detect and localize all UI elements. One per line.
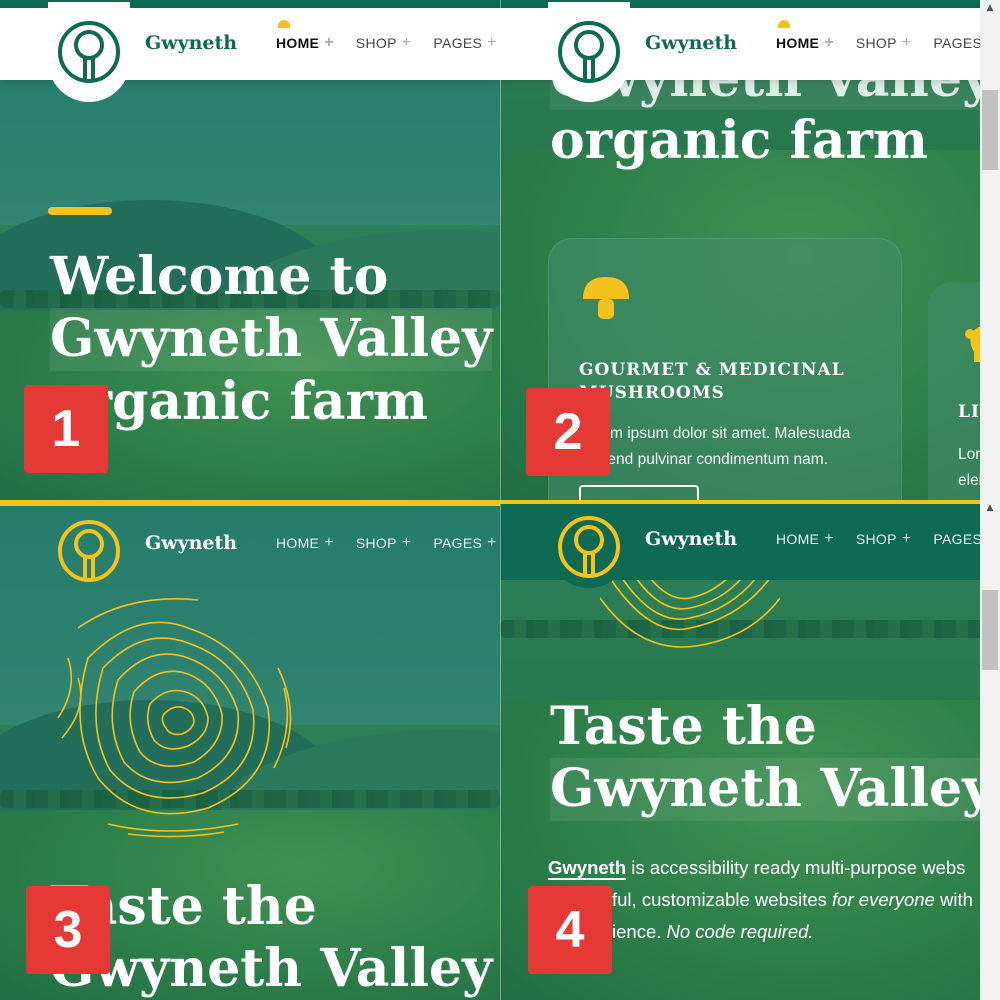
- intro-paragraph: Gwyneth is accessibility ready multi-pur…: [548, 857, 973, 942]
- hero-line-3: organic farm: [550, 110, 928, 172]
- site-header: Gwyneth HOME+ SHOP+ PAGES+: [0, 508, 500, 582]
- nav-item-home[interactable]: HOME +: [776, 530, 834, 548]
- active-indicator: [778, 20, 790, 28]
- plus-icon: +: [824, 530, 834, 547]
- nav-item-shop[interactable]: SHOP +: [856, 34, 912, 52]
- nav-item-pages[interactable]: PAGES+: [433, 534, 496, 552]
- top-bar: [0, 500, 500, 506]
- screenshot-1: Gwyneth HOME + SHOP + PAGES + Welcome to Gw…: [0, 0, 500, 500]
- site-header: Gwyneth HOME+ SHOP+ PAGES+: [500, 2, 1000, 102]
- site-header: Gwyneth HOME+ SHOP+ PAGES+: [0, 2, 500, 102]
- main-nav: HOME+ SHOP+ PAGES+: [276, 534, 497, 552]
- hero-title: Welcome to Gwyneth Valley organic farm: [50, 246, 493, 433]
- nav-item-home[interactable]: HOME +: [276, 34, 334, 52]
- main-nav: HOME+ SHOP+ PAGES+: [276, 34, 497, 52]
- logo[interactable]: [48, 510, 130, 592]
- site-header: Gwyneth HOME+ SHOP+ PAGES+: [500, 504, 1000, 588]
- nav-item-home[interactable]: HOME +: [276, 534, 334, 552]
- topographic-pattern-icon: [600, 577, 780, 648]
- main-nav: HOME+ SHOP+ PAGES+: [776, 530, 997, 548]
- number-badge-2: 2: [526, 388, 610, 476]
- scrollbar[interactable]: ▲: [980, 0, 1000, 500]
- nav-item-home[interactable]: HOME +: [776, 34, 834, 52]
- mushroom-icon: [583, 277, 629, 319]
- brand-name[interactable]: Gwyneth: [145, 532, 237, 554]
- hero-line-1: Welcome to: [50, 246, 389, 307]
- tree-icon: [558, 516, 620, 578]
- main-nav: HOME+ SHOP+ PAGES+: [776, 34, 997, 52]
- scrollbar-thumb[interactable]: [982, 590, 998, 670]
- nav-item-shop[interactable]: SHOP +: [856, 530, 912, 548]
- card-title: GOURMET & MEDICINAL MUSHROOMS: [579, 360, 845, 403]
- brand-name[interactable]: Gwyneth: [645, 32, 737, 54]
- active-indicator: [278, 20, 290, 28]
- hero-line-2: Gwyneth Valley: [50, 938, 493, 1000]
- hero-line-2: Gwyneth Valley: [550, 758, 993, 821]
- nav-item-shop[interactable]: SHOP +: [356, 34, 412, 52]
- logo[interactable]: [548, 2, 630, 102]
- plus-icon: +: [901, 34, 912, 51]
- number-badge-1: 1: [24, 385, 108, 473]
- logo[interactable]: [548, 506, 630, 588]
- scroll-up-arrow-icon[interactable]: ▲: [980, 500, 1000, 517]
- plus-icon: +: [487, 534, 497, 551]
- scrollbar-thumb[interactable]: [982, 90, 998, 170]
- plus-icon: +: [824, 34, 834, 51]
- topographic-pattern-icon: [57, 598, 292, 838]
- hero-line-1: Taste the: [550, 696, 817, 757]
- accent-bar: [48, 207, 112, 215]
- plus-icon: +: [401, 534, 412, 551]
- plus-icon: +: [401, 34, 412, 51]
- brand-name[interactable]: Gwyneth: [145, 32, 237, 54]
- screenshot-3: Gwyneth HOME + SHOP + PAGES + Taste the Gwy…: [0, 500, 500, 1000]
- brand-name[interactable]: Gwyneth: [645, 528, 737, 550]
- screenshot-4: Gwyneth HOME+ SHOP+ PAGES+ Taste the Gwy…: [500, 500, 1000, 1000]
- hero-line-2: Gwyneth Valley: [50, 308, 493, 371]
- brand-link[interactable]: Gwyneth: [548, 857, 627, 880]
- nav-item-shop[interactable]: SHOP +: [356, 534, 412, 552]
- number-badge-3: 3: [26, 886, 110, 974]
- nav-item-pages[interactable]: PAGES+: [433, 34, 496, 52]
- scroll-up-arrow-icon[interactable]: ▲: [980, 0, 1000, 17]
- screenshot-2: Gwyneth Valley organic farm Gwyneth HOME…: [500, 0, 1000, 500]
- hero-line-1: Taste the: [50, 876, 317, 937]
- tree-icon: [58, 21, 120, 83]
- tree-icon: [58, 520, 120, 582]
- plus-icon: +: [324, 534, 334, 551]
- card-text: Lorem ipsum dolor sit amet. Malesuada el…: [579, 425, 851, 468]
- plus-icon: +: [487, 34, 497, 51]
- quadrant-divider: [500, 0, 501, 1000]
- hero-title: Taste the Gwyneth Valley: [50, 876, 492, 1000]
- logo[interactable]: [48, 2, 130, 102]
- scrollbar[interactable]: ▲: [980, 500, 1000, 1000]
- hero-title: Taste the Gwyneth Valley: [550, 696, 993, 821]
- hero-line-3: organic farm: [50, 370, 428, 432]
- plus-icon: +: [901, 530, 912, 547]
- plus-icon: +: [324, 34, 334, 51]
- number-badge-4: 4: [528, 886, 612, 974]
- tree-icon: [558, 21, 620, 83]
- card-read-more-button[interactable]: [579, 485, 699, 500]
